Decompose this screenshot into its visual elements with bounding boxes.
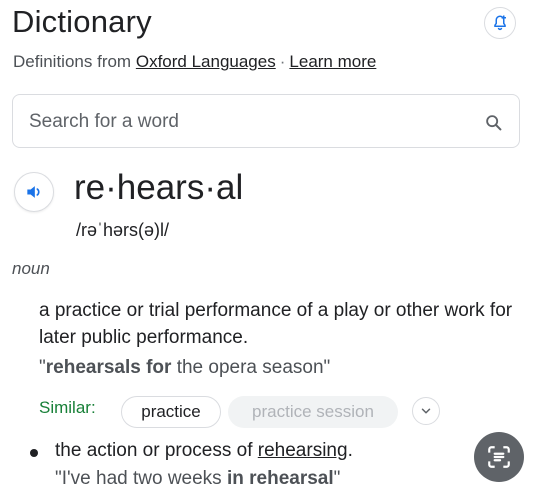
definition-1: a practice or trial performance of a pla…: [39, 300, 513, 348]
speaker-icon: [27, 186, 40, 198]
example-2-end: ": [333, 468, 341, 489]
search-box[interactable]: [12, 94, 520, 148]
page-title: Dictionary: [12, 4, 152, 39]
similar-chip-practice[interactable]: practice: [121, 396, 221, 428]
expand-similar-button[interactable]: [412, 397, 440, 425]
example-rest: the opera season": [171, 357, 331, 378]
headword: re·hears·al: [74, 168, 244, 207]
bell-plus-icon: [494, 15, 506, 31]
similar-chip-practice-session[interactable]: practice session: [228, 396, 398, 428]
pronounce-button[interactable]: [14, 172, 54, 212]
rehearsing-link[interactable]: rehearsing: [258, 440, 348, 461]
search-input[interactable]: [29, 108, 469, 136]
example-open-quote: ": [39, 357, 46, 378]
lens-button[interactable]: [474, 432, 524, 482]
example-1: "rehearsals for the opera season": [39, 357, 330, 379]
create-alert-button[interactable]: [484, 7, 516, 39]
example-2: "I've had two weeks in rehearsal": [55, 468, 340, 490]
phonetic: /rəˈhərs(ə)l/: [76, 220, 170, 240]
definition-2-prefix: the action or process of: [55, 440, 258, 461]
example-bold: rehearsals for: [45, 357, 172, 378]
search-icon[interactable]: [483, 112, 505, 134]
definition-2-suffix: .: [347, 440, 353, 461]
lens-icon: [488, 446, 510, 468]
separator: ·: [279, 52, 286, 71]
definition-2: the action or process of rehearsing.: [55, 440, 353, 462]
bullet: [30, 449, 38, 457]
source-prefix: Definitions from: [13, 52, 132, 71]
similar-label: Similar:: [39, 398, 96, 417]
part-of-speech: noun: [12, 259, 50, 278]
source-line: Definitions from Oxford Languages · Learn …: [13, 52, 376, 72]
example-2-start: "I've had two weeks: [55, 468, 227, 489]
example-2-bold: in rehearsal: [226, 468, 334, 489]
learn-more-link[interactable]: Learn more: [289, 52, 376, 71]
chevron-down-icon: [421, 408, 431, 414]
oxford-languages-link[interactable]: Oxford Languages: [136, 52, 276, 71]
